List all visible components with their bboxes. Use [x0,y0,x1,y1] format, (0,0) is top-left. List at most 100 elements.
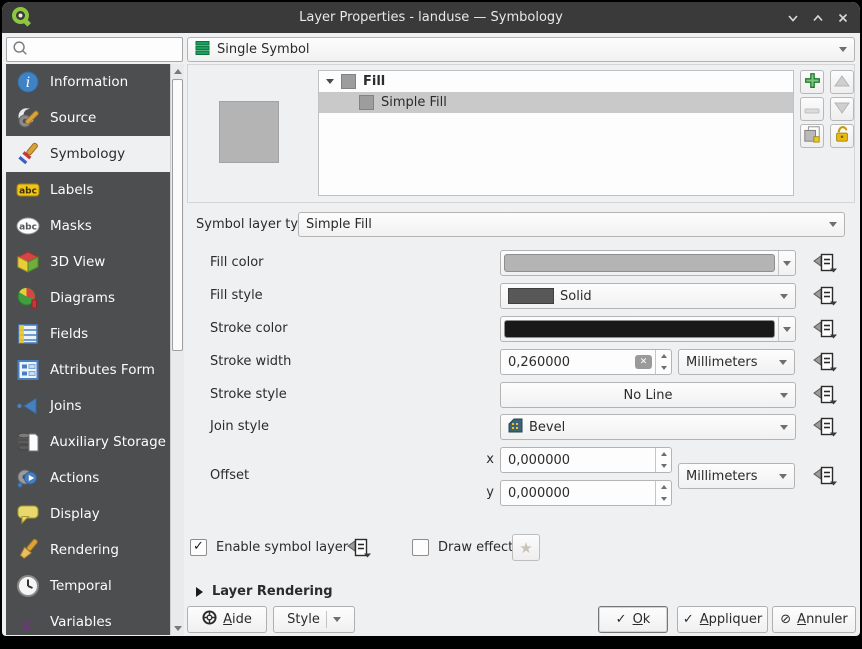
fields-icon [16,322,40,346]
stroke-width-spinbox[interactable]: 0,260000 ✕ [500,349,672,375]
fill-style-combobox[interactable]: Solid [500,283,796,309]
sidebar-item-display[interactable]: Display [6,496,170,532]
ok-button[interactable]: ✓ Ok [598,606,668,633]
join-style-data-defined-override-button[interactable] [810,415,840,439]
sidebar-item-attributes-form[interactable]: Attributes Form [6,352,170,388]
stroke-width-unit-combobox[interactable]: Millimeters [678,349,795,375]
remove-symbol-layer-button[interactable] [800,97,824,121]
down-arrow-icon [834,100,850,119]
offset-x-spinner[interactable] [655,448,671,472]
stroke-style-data-defined-override-button[interactable] [810,383,840,407]
sidebar-item-information[interactable]: i Information [6,64,170,100]
customize-effects-button[interactable]: ★ [512,534,540,561]
fill-color-dropdown[interactable] [778,251,795,275]
duplicate-symbol-layer-button[interactable] [800,124,824,148]
sidebar-item-label: Variables [50,614,112,630]
sidebar-item-fields[interactable]: Fields [6,316,170,352]
duplicate-icon [803,125,821,147]
scroll-up-icon[interactable] [171,64,184,78]
sidebar-item-rendering[interactable]: Rendering [6,532,170,568]
sidebar-scrollbar-thumb[interactable] [172,79,183,351]
sidebar-item-temporal[interactable]: Temporal [6,568,170,604]
window-title: Layer Properties - landuse — Symbology [2,2,860,33]
information-icon: i [16,70,40,94]
tree-row-simple-fill[interactable]: Simple Fill [319,92,793,113]
sidebar-item-label: Auxiliary Storage [50,434,166,450]
symbol-layer-tree[interactable]: Fill Simple Fill [318,70,794,196]
simple-fill-swatch [359,95,374,110]
lock-color-button[interactable] [830,124,854,148]
symbol-layer-type-combobox[interactable]: Simple Fill [298,212,845,237]
diagrams-icon [16,286,40,310]
offset-unit-combobox[interactable]: Millimeters [678,463,795,489]
sidebar-item-masks[interactable]: abc Masks [6,208,170,244]
scroll-down-icon[interactable] [171,621,184,635]
stroke-color-dropdown[interactable] [778,317,795,341]
check-icon: ✓ [616,612,627,627]
help-button[interactable]: Aide [187,606,267,633]
ok-button-label: Ok [633,612,651,627]
enable-symbol-layer-data-defined-override-button[interactable] [344,536,374,560]
sidebar-item-label: Joins [50,398,82,414]
offset-y-spinner[interactable] [655,481,671,505]
tree-row-fill[interactable]: Fill [319,71,793,92]
stroke-width-data-defined-override-button[interactable] [810,350,840,374]
sidebar-item-variables[interactable]: ε Variables [6,604,170,635]
tree-root-label: Fill [363,74,385,89]
sidebar-item-label: Rendering [50,542,119,558]
close-button[interactable] [834,9,852,27]
titlebar[interactable]: Layer Properties - landuse — Symbology [2,2,860,33]
sidebar-item-symbology[interactable]: Symbology [6,136,170,172]
offset-y-spinbox[interactable]: 0,000000 [500,480,672,506]
offset-x-spinbox[interactable]: 0,000000 [500,447,672,473]
clear-icon[interactable]: ✕ [635,355,652,369]
sidebar-item-actions[interactable]: Actions [6,460,170,496]
add-symbol-layer-button[interactable] [800,70,824,94]
cancel-button[interactable]: ⊘ Annuler [772,606,856,633]
move-up-button[interactable] [830,70,854,94]
stroke-width-spinner[interactable] [655,350,671,374]
apply-button[interactable]: ✓ Appliquer [677,606,768,633]
sidebar-item-label: Diagrams [50,290,115,306]
sidebar-item-3d-view[interactable]: 3D View [6,244,170,280]
maximize-button[interactable] [809,9,827,27]
actions-icon [16,466,40,490]
offset-data-defined-override-button[interactable] [810,464,840,488]
draw-effects-checkbox[interactable] [412,539,429,556]
sidebar-item-source[interactable]: Source [6,100,170,136]
layer-rendering-label[interactable]: Layer Rendering [212,584,333,600]
sidebar-item-diagrams[interactable]: Diagrams [6,280,170,316]
enable-symbol-layer-checkbox[interactable]: ✓ [190,539,207,556]
fill-color-data-defined-override-button[interactable] [810,251,840,275]
style-button[interactable]: Style [273,606,355,633]
svg-text:abc: abc [19,187,37,197]
sidebar-item-label: Fields [50,326,88,342]
auxiliary-storage-icon [16,430,40,454]
sidebar-item-auxiliary-storage[interactable]: Auxiliary Storage [6,424,170,460]
apply-button-label: Appliquer [700,612,762,627]
sidebar-scrollbar[interactable] [170,64,184,635]
sidebar-item-label: Attributes Form [50,362,155,378]
renderer-combobox[interactable]: Single Symbol [187,37,855,62]
stroke-style-combobox[interactable]: No Line [500,382,796,408]
search-input[interactable] [29,42,182,57]
fill-color-button[interactable] [500,250,796,276]
svg-text:ε: ε [23,610,34,634]
chevron-down-icon [839,47,847,52]
search-box[interactable] [6,37,183,62]
cancel-icon: ⊘ [780,612,791,627]
sidebar-item-joins[interactable]: Joins [6,388,170,424]
sidebar-item-labels[interactable]: abc Labels [6,172,170,208]
layer-rendering-expand-icon[interactable] [196,587,203,597]
stroke-color-button[interactable] [500,316,796,342]
expand-arrow-icon[interactable] [326,79,334,84]
cancel-button-label: Annuler [797,612,848,627]
move-down-button[interactable] [830,97,854,121]
minimize-button[interactable] [784,9,802,27]
fill-swatch [341,74,356,89]
style-button-label: Style [287,612,320,627]
fill-style-data-defined-override-button[interactable] [810,284,840,308]
labels-icon: abc [16,178,40,202]
stroke-color-data-defined-override-button[interactable] [810,317,840,341]
join-style-combobox[interactable]: Bevel [500,414,796,440]
